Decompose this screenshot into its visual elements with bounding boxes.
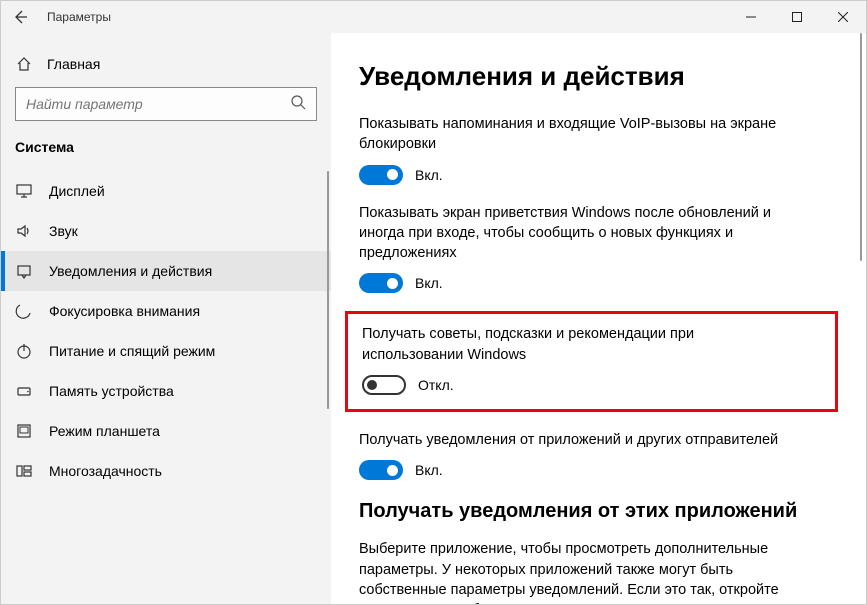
home-link[interactable]: Главная — [1, 47, 331, 87]
sidebar-scrollbar[interactable] — [327, 171, 329, 409]
display-icon — [15, 182, 33, 200]
sidebar-item-label: Уведомления и действия — [49, 263, 212, 279]
section-header: Система — [1, 139, 331, 171]
sidebar-item-label: Режим планшета — [49, 423, 160, 439]
power-icon — [15, 342, 33, 360]
sidebar-item-display[interactable]: Дисплей — [1, 171, 331, 211]
titlebar: Параметры — [1, 1, 866, 33]
setting-item: Получать уведомления от приложений и дру… — [359, 430, 838, 480]
sidebar-item-storage[interactable]: Память устройства — [1, 371, 331, 411]
search-box[interactable] — [15, 87, 317, 121]
setting-label: Получать советы, подсказки и рекомендаци… — [362, 324, 785, 365]
sub-heading: Получать уведомления от этих приложений — [359, 500, 838, 523]
sidebar-item-notifications[interactable]: Уведомления и действия — [1, 251, 331, 291]
content-scrollbar[interactable] — [860, 33, 862, 261]
home-icon — [15, 55, 33, 73]
sidebar-item-label: Звук — [49, 223, 78, 239]
minimize-button[interactable] — [728, 1, 774, 33]
focus-icon — [15, 302, 33, 320]
sidebar-item-multitask[interactable]: Многозадачность — [1, 451, 331, 491]
toggle-switch[interactable] — [359, 273, 403, 293]
window-title: Параметры — [47, 10, 111, 24]
section-description: Выберите приложение, чтобы просмотреть д… — [359, 539, 838, 604]
sidebar-item-power[interactable]: Питание и спящий режим — [1, 331, 331, 371]
notifications-icon — [15, 262, 33, 280]
toggle-switch[interactable] — [359, 460, 403, 480]
sidebar-item-label: Фокусировка внимания — [49, 303, 200, 319]
maximize-button[interactable] — [774, 1, 820, 33]
setting-label: Показывать экран приветствия Windows пос… — [359, 203, 788, 264]
sidebar-item-focus[interactable]: Фокусировка внимания — [1, 291, 331, 331]
sidebar-item-label: Многозадачность — [49, 463, 162, 479]
toggle-switch[interactable] — [362, 375, 406, 395]
sidebar-item-label: Питание и спящий режим — [49, 343, 215, 359]
setting-item: Показывать напоминания и входящие VoIP-в… — [359, 114, 838, 185]
toggle-state-text: Откл. — [418, 377, 454, 393]
setting-label: Показывать напоминания и входящие VoIP-в… — [359, 114, 788, 155]
setting-item: Получать советы, подсказки и рекомендаци… — [345, 311, 838, 412]
multitask-icon — [15, 462, 33, 480]
content-area: Уведомления и действия Показывать напоми… — [331, 33, 866, 604]
sidebar-item-tablet[interactable]: Режим планшета — [1, 411, 331, 451]
search-input[interactable] — [26, 96, 290, 112]
sidebar: Главная Система Дисплей Звук Уведомления и… — [1, 33, 331, 604]
toggle-state-text: Вкл. — [415, 462, 443, 478]
sidebar-item-label: Дисплей — [49, 183, 105, 199]
nav-list: Дисплей Звук Уведомления и действия Фокусир… — [1, 171, 331, 604]
setting-label: Получать уведомления от приложений и дру… — [359, 430, 788, 450]
setting-item: Показывать экран приветствия Windows пос… — [359, 203, 838, 294]
toggle-state-text: Вкл. — [415, 167, 443, 183]
sidebar-item-label: Память устройства — [49, 383, 174, 399]
home-label: Главная — [47, 56, 100, 72]
toggle-switch[interactable] — [359, 165, 403, 185]
back-icon[interactable] — [11, 8, 29, 26]
tablet-icon — [15, 422, 33, 440]
sidebar-item-sound[interactable]: Звук — [1, 211, 331, 251]
close-button[interactable] — [820, 1, 866, 33]
search-icon — [290, 94, 306, 115]
settings-window: Параметры Главная — [0, 0, 867, 605]
page-title: Уведомления и действия — [359, 61, 838, 92]
storage-icon — [15, 382, 33, 400]
sound-icon — [15, 222, 33, 240]
toggle-state-text: Вкл. — [415, 275, 443, 291]
